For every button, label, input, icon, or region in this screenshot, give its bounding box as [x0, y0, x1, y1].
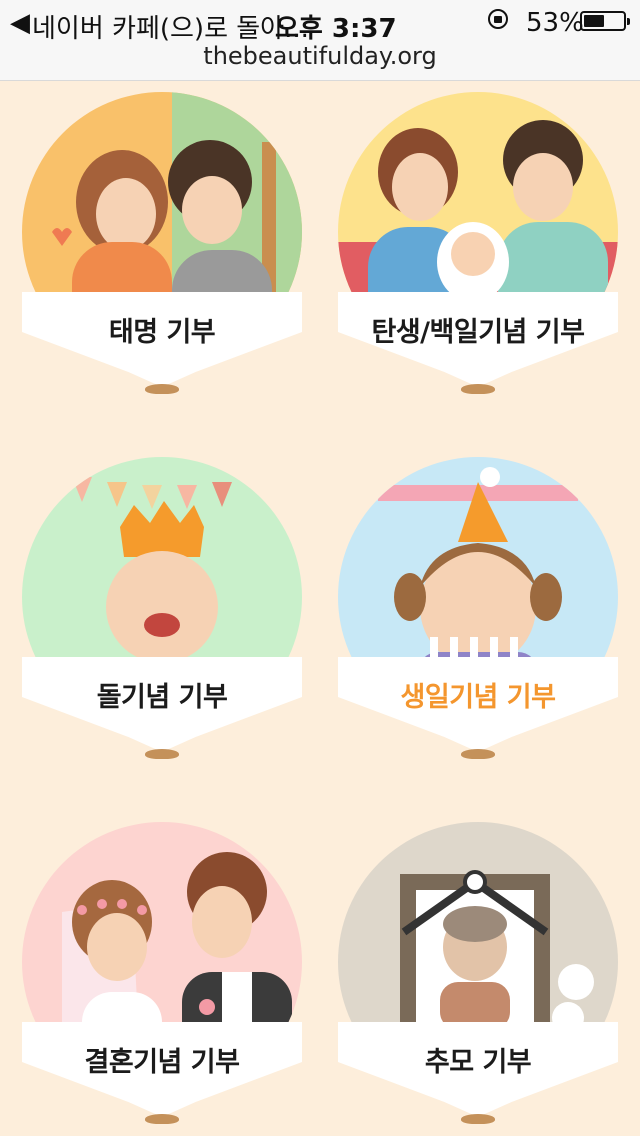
balloon-knot	[461, 1114, 495, 1124]
donation-item-memorial[interactable]: 추모 기부	[328, 822, 628, 1132]
back-to-app-link[interactable]: 네이버 카페(으)로 돌아...	[32, 8, 309, 45]
donation-item-prenatal[interactable]: 태명 기부	[12, 92, 312, 402]
item-label[interactable]: 생일기념 기부	[328, 675, 628, 714]
balloon-knot	[145, 749, 179, 759]
battery-percent: 53%	[526, 8, 584, 38]
balloon-knot	[145, 1114, 179, 1124]
item-label[interactable]: 태명 기부	[12, 310, 312, 349]
donation-item-first-birthday[interactable]: 돌기념 기부	[12, 457, 312, 767]
rotation-lock-icon	[488, 9, 508, 29]
item-label[interactable]: 결혼기념 기부	[12, 1040, 312, 1079]
balloon-knot	[461, 384, 495, 394]
donation-item-birth[interactable]: 탄생/백일기념 기부	[328, 92, 628, 402]
donation-item-birthday[interactable]: 생일기념 기부	[328, 457, 628, 767]
item-label[interactable]: 돌기념 기부	[12, 675, 312, 714]
battery-icon	[580, 11, 630, 31]
item-label[interactable]: 탄생/백일기념 기부	[328, 310, 628, 349]
battery-fill	[584, 15, 604, 27]
balloon-knot	[461, 749, 495, 759]
back-arrow-icon[interactable]: ◀	[10, 8, 30, 38]
balloon-knot	[145, 384, 179, 394]
status-bar: ◀ 네이버 카페(으)로 돌아... 오후 3:37 53% thebeauti…	[0, 0, 640, 81]
item-label[interactable]: 추모 기부	[328, 1040, 628, 1079]
donation-item-wedding[interactable]: 결혼기념 기부	[12, 822, 312, 1132]
address-bar[interactable]: thebeautifulday.org	[0, 42, 640, 70]
clock: 오후 3:37	[275, 14, 397, 44]
